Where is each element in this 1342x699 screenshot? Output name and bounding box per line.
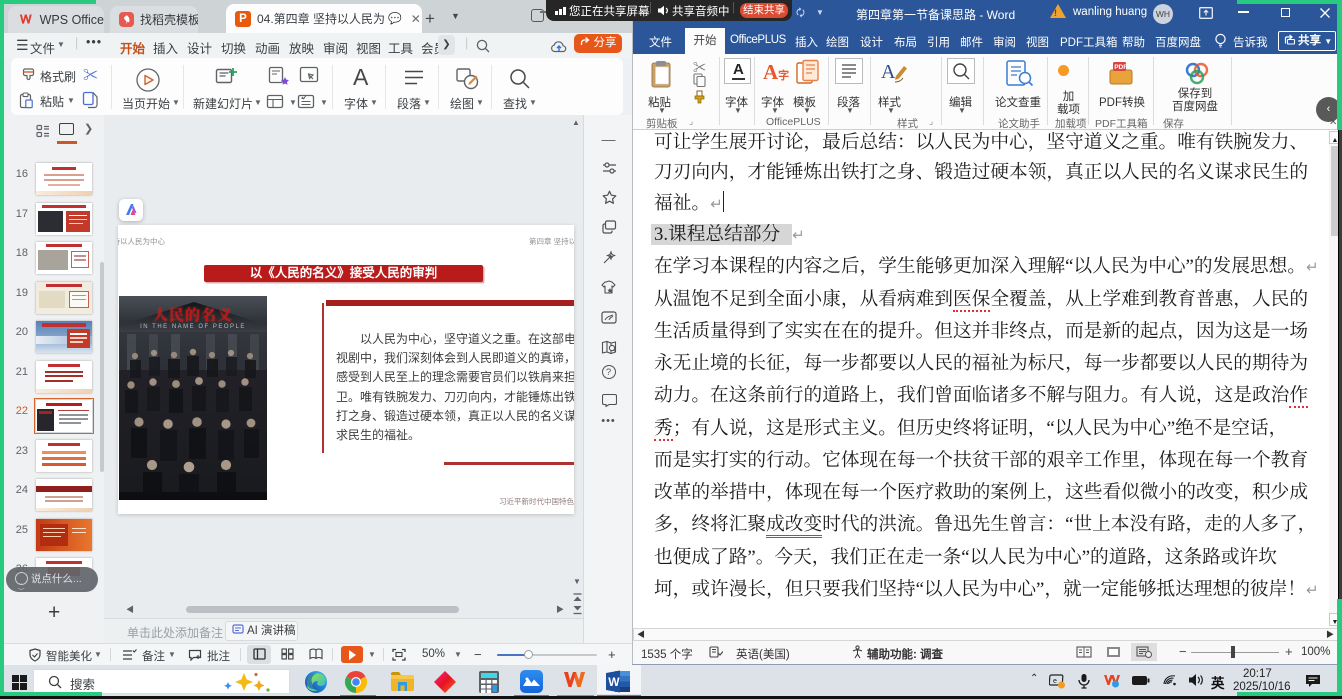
svg-text:W: W	[608, 675, 620, 689]
svg-text:A: A	[881, 61, 896, 83]
svg-text:e: e	[1053, 678, 1057, 685]
svg-text:PDF: PDF	[1114, 64, 1127, 71]
